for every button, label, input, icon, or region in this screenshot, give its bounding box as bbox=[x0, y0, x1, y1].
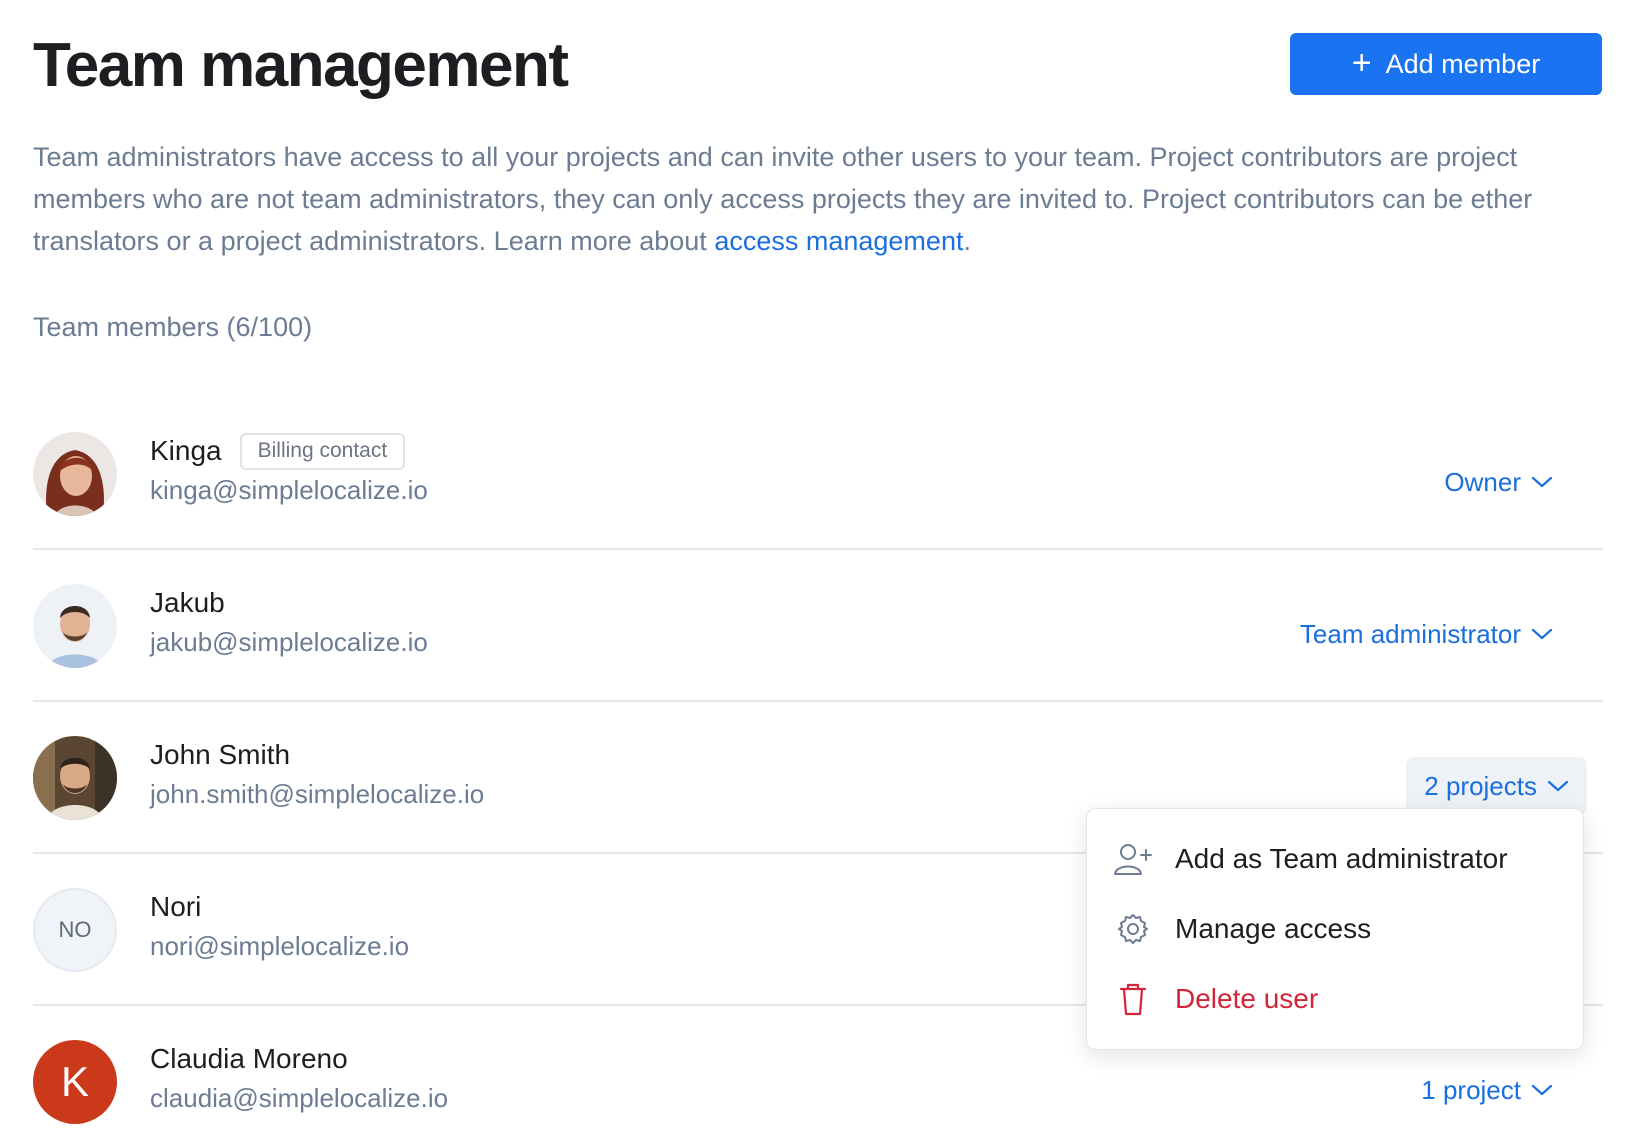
user-plus-icon bbox=[1113, 842, 1153, 876]
menu-item-label: Add as Team administrator bbox=[1175, 843, 1508, 874]
member-name-line: Nori bbox=[150, 888, 201, 926]
description-suffix: . bbox=[963, 226, 971, 256]
avatar bbox=[33, 736, 117, 820]
menu-item-manage-access[interactable]: Manage access bbox=[1113, 909, 1371, 949]
menu-item-label: Manage access bbox=[1175, 913, 1372, 944]
member-email: claudia@simplelocalize.io bbox=[150, 1083, 449, 1113]
access-management-link[interactable]: access management bbox=[714, 226, 963, 256]
avatar: NO bbox=[33, 888, 117, 972]
role-dropdown[interactable]: Owner bbox=[1426, 453, 1571, 511]
member-name: Nori bbox=[150, 891, 202, 922]
chevron-down-icon bbox=[1531, 475, 1553, 489]
role-dropdown[interactable]: 1 project bbox=[1403, 1061, 1571, 1119]
chevron-down-icon bbox=[1531, 1083, 1553, 1097]
gear-icon bbox=[1113, 912, 1153, 946]
menu-item-add-admin[interactable]: Add as Team administrator bbox=[1113, 839, 1508, 879]
chevron-down-icon bbox=[1547, 779, 1569, 793]
member-email: kinga@simplelocalize.io bbox=[150, 475, 428, 505]
billing-contact-badge: Billing contact bbox=[239, 432, 406, 470]
page-description: Team administrators have access to all y… bbox=[33, 136, 1593, 262]
member-row: Jakub jakub@simplelocalize.io Team admin… bbox=[33, 550, 1603, 702]
add-member-label: Add member bbox=[1385, 48, 1541, 79]
member-name: Claudia Moreno bbox=[150, 1043, 348, 1074]
member-name: Jakub bbox=[150, 587, 225, 618]
menu-item-delete-user[interactable]: Delete user bbox=[1113, 979, 1318, 1019]
avatar bbox=[33, 584, 117, 668]
role-label: 1 project bbox=[1421, 1075, 1521, 1105]
page-title: Team management bbox=[33, 31, 569, 100]
role-label: Team administrator bbox=[1299, 619, 1521, 649]
role-dropdown[interactable]: Team administrator bbox=[1282, 605, 1571, 663]
member-actions-menu: Add as Team administrator Manage access … bbox=[1086, 808, 1584, 1050]
member-name-line: Claudia Moreno bbox=[150, 1040, 348, 1078]
role-label: 2 projects bbox=[1424, 771, 1537, 801]
member-email: john.smith@simplelocalize.io bbox=[150, 779, 485, 809]
add-member-button[interactable]: + Add member bbox=[1290, 33, 1602, 95]
avatar: K bbox=[33, 1040, 117, 1124]
team-members-count: Team members (6/100) bbox=[33, 312, 313, 342]
member-name-line: Kinga Billing contact bbox=[150, 432, 406, 470]
member-name-line: John Smith bbox=[150, 736, 290, 774]
member-email: jakub@simplelocalize.io bbox=[150, 627, 428, 657]
role-label: Owner bbox=[1444, 467, 1521, 497]
role-dropdown[interactable]: 2 projects bbox=[1406, 757, 1587, 815]
member-name: John Smith bbox=[150, 739, 291, 770]
trash-icon bbox=[1113, 982, 1153, 1016]
avatar bbox=[33, 432, 117, 516]
member-name: Kinga bbox=[150, 435, 222, 466]
menu-item-label: Delete user bbox=[1175, 983, 1319, 1014]
member-name-line: Jakub bbox=[150, 584, 225, 622]
plus-icon: + bbox=[1351, 43, 1372, 82]
team-management-page: Team management + Add member Team admini… bbox=[0, 0, 1638, 1144]
member-email: nori@simplelocalize.io bbox=[150, 931, 410, 961]
member-row: Kinga Billing contact kinga@simplelocali… bbox=[33, 398, 1603, 550]
chevron-down-icon bbox=[1531, 627, 1553, 641]
